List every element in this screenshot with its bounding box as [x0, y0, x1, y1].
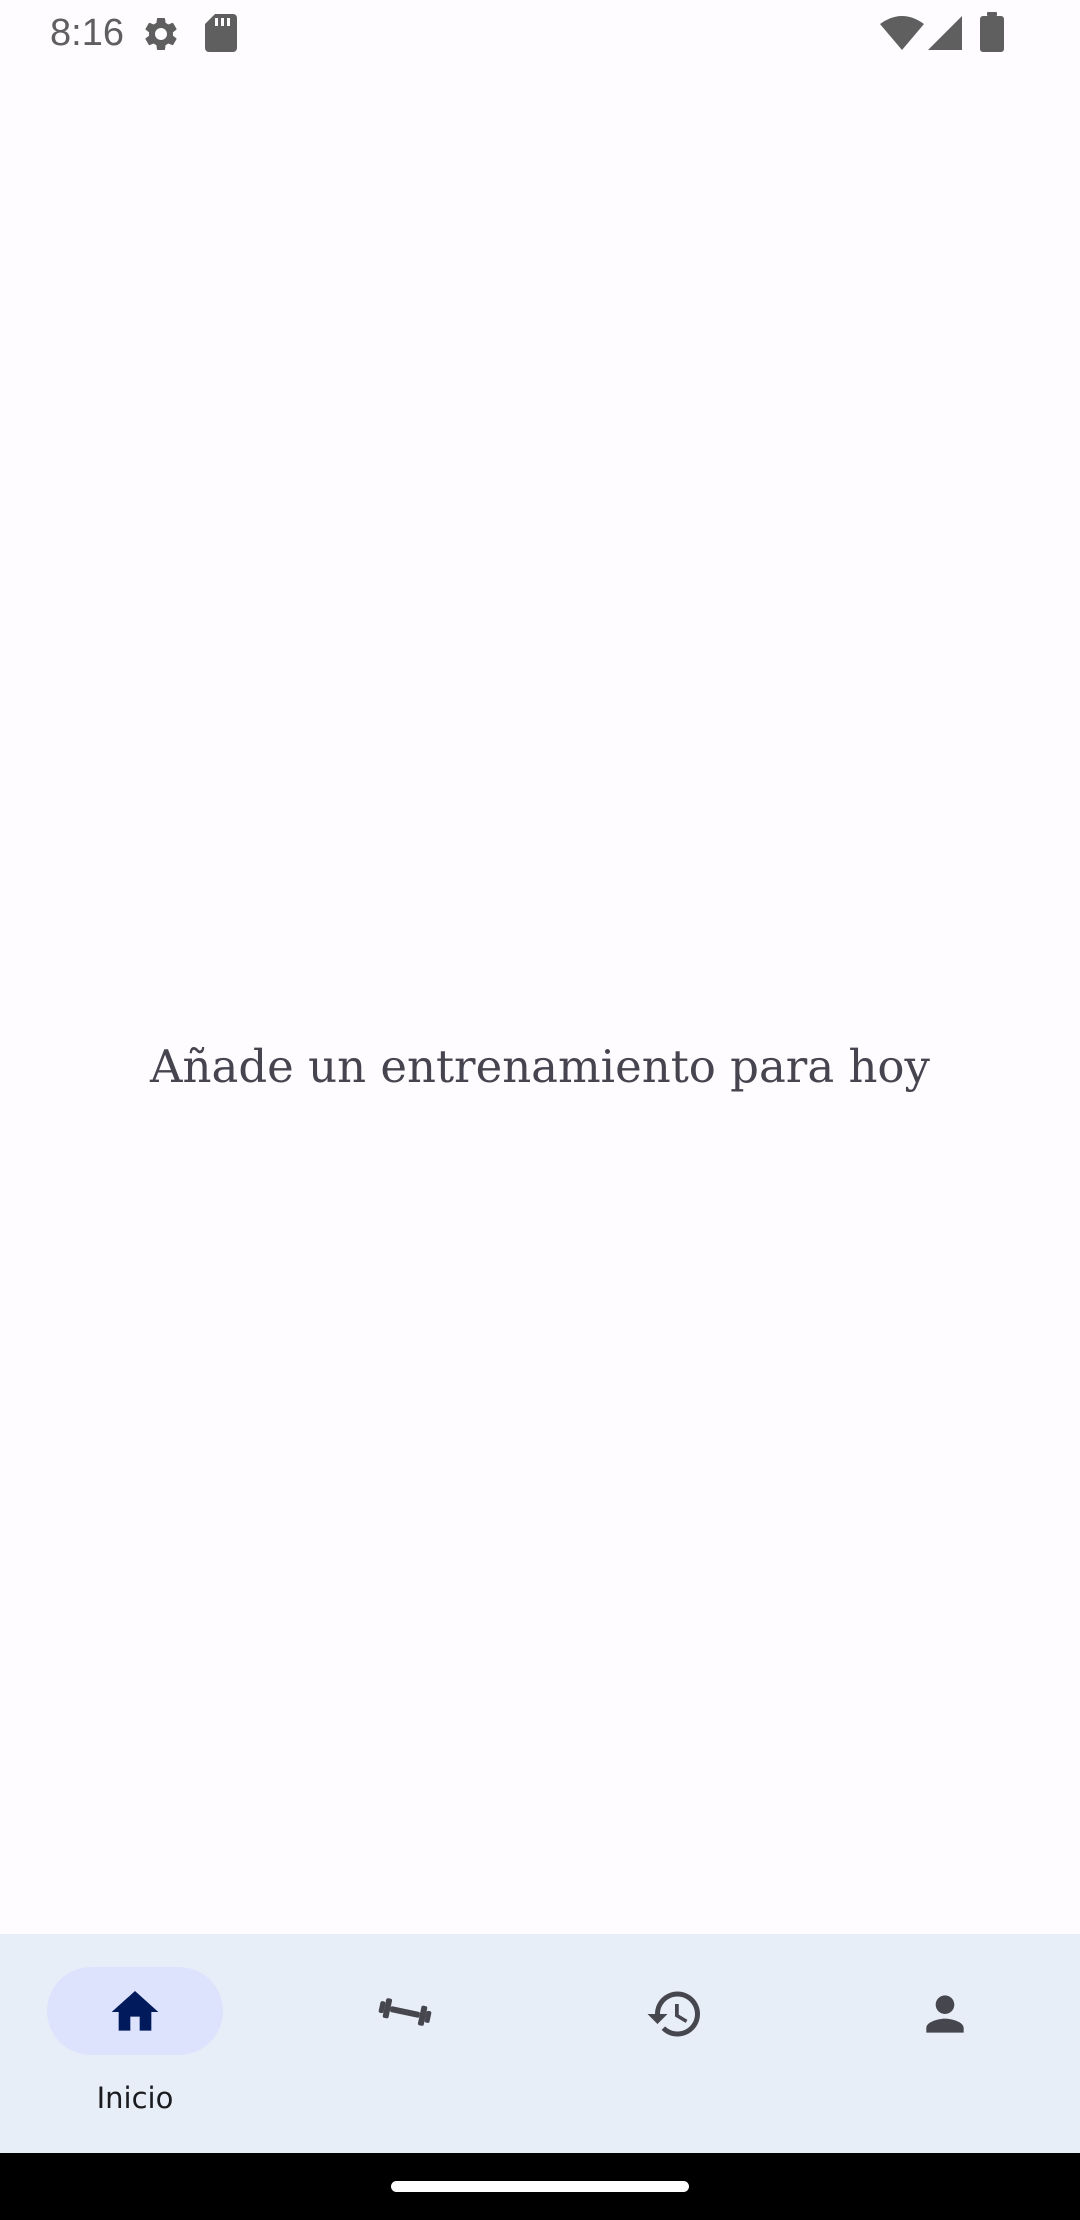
battery-icon: [980, 12, 1004, 52]
nav-item-workouts[interactable]: [270, 1934, 540, 2153]
person-icon: [926, 1995, 964, 2033]
gesture-navigation-bar: [0, 2153, 1080, 2220]
home-icon: [111, 1991, 159, 2031]
status-time: 8:16: [50, 12, 124, 54]
sd-card-icon: [205, 14, 237, 52]
bottom-navigation: Inicio: [0, 1934, 1080, 2153]
wifi-icon: [880, 16, 924, 50]
empty-state-message: Añade un entrenamiento para hoy: [150, 1040, 930, 1093]
home-gesture-handle[interactable]: [391, 2181, 689, 2192]
nav-item-history[interactable]: [540, 1934, 810, 2153]
main-content: Añade un entrenamiento para hoy: [0, 66, 1080, 1934]
nav-label-home: Inicio: [96, 2081, 174, 2115]
nav-item-profile[interactable]: [810, 1934, 1080, 2153]
nav-item-home[interactable]: Inicio: [0, 1934, 270, 2153]
cell-signal-icon: [928, 16, 962, 50]
status-bar: 8:16: [0, 0, 1080, 66]
dumbbell-icon: [378, 1998, 432, 2026]
gear-icon: [145, 17, 177, 50]
history-icon: [647, 1991, 700, 2037]
